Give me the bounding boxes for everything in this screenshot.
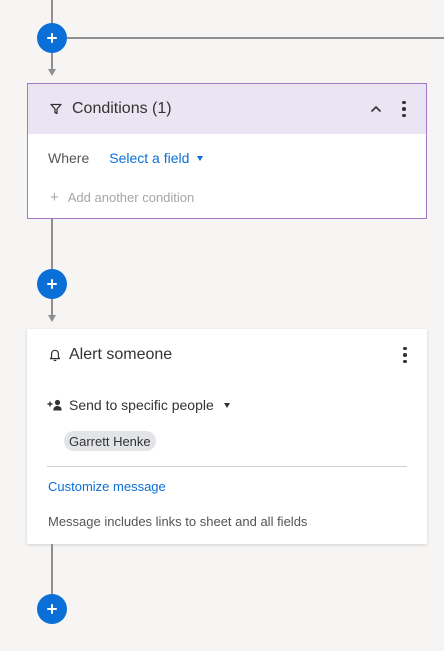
connector-line <box>51 219 53 269</box>
send-to-dropdown[interactable]: Send to specific people <box>47 397 230 413</box>
add-person-icon <box>47 399 62 411</box>
send-to-label: Send to specific people <box>69 397 214 413</box>
alert-menu-button[interactable] <box>395 345 415 365</box>
add-step-button[interactable] <box>37 269 67 299</box>
connector-line <box>51 53 53 69</box>
connector-arrow <box>48 69 56 76</box>
add-step-button[interactable] <box>37 594 67 624</box>
add-step-button[interactable] <box>37 23 67 53</box>
add-condition-label: Add another condition <box>67 190 195 205</box>
alert-card: Alert someone Send to specific people Ga… <box>27 329 427 544</box>
bell-icon <box>49 349 61 361</box>
workflow-canvas: Conditions (1) Where Select a field + Ad… <box>0 0 444 651</box>
caret-down-icon <box>223 402 230 408</box>
message-note: Message includes links to sheet and all … <box>48 514 308 529</box>
connector-line <box>51 0 53 24</box>
conditions-title: Conditions (1) <box>72 100 172 117</box>
alert-header: Alert someone <box>49 346 172 364</box>
conditions-card: Conditions (1) Where Select a field + Ad… <box>27 83 427 219</box>
more-vertical-icon <box>402 100 406 118</box>
divider <box>47 466 407 467</box>
collapse-button[interactable] <box>366 99 386 119</box>
recipient-name: Garrett Henke <box>69 433 151 449</box>
connector-line <box>51 544 53 594</box>
customize-message-link[interactable]: Customize message <box>48 479 166 494</box>
select-field-dropdown[interactable]: Select a field <box>109 150 204 166</box>
caret-down-icon <box>197 155 204 161</box>
filter-icon <box>50 103 62 115</box>
chevron-up-icon <box>370 105 382 113</box>
more-vertical-icon <box>403 346 407 364</box>
connector-line <box>51 299 53 315</box>
where-label: Where <box>48 150 90 166</box>
conditions-header: Conditions (1) <box>28 84 426 134</box>
branch-line <box>66 37 444 39</box>
conditions-menu-button[interactable] <box>394 99 414 119</box>
alert-title: Alert someone <box>69 346 173 363</box>
recipient-chip[interactable]: Garrett Henke <box>64 431 156 451</box>
condition-row: Where Select a field <box>48 150 204 166</box>
select-field-label: Select a field <box>109 150 190 166</box>
add-condition-button[interactable]: + Add another condition <box>50 189 194 206</box>
plus-icon: + <box>50 189 59 206</box>
connector-arrow <box>48 315 56 322</box>
